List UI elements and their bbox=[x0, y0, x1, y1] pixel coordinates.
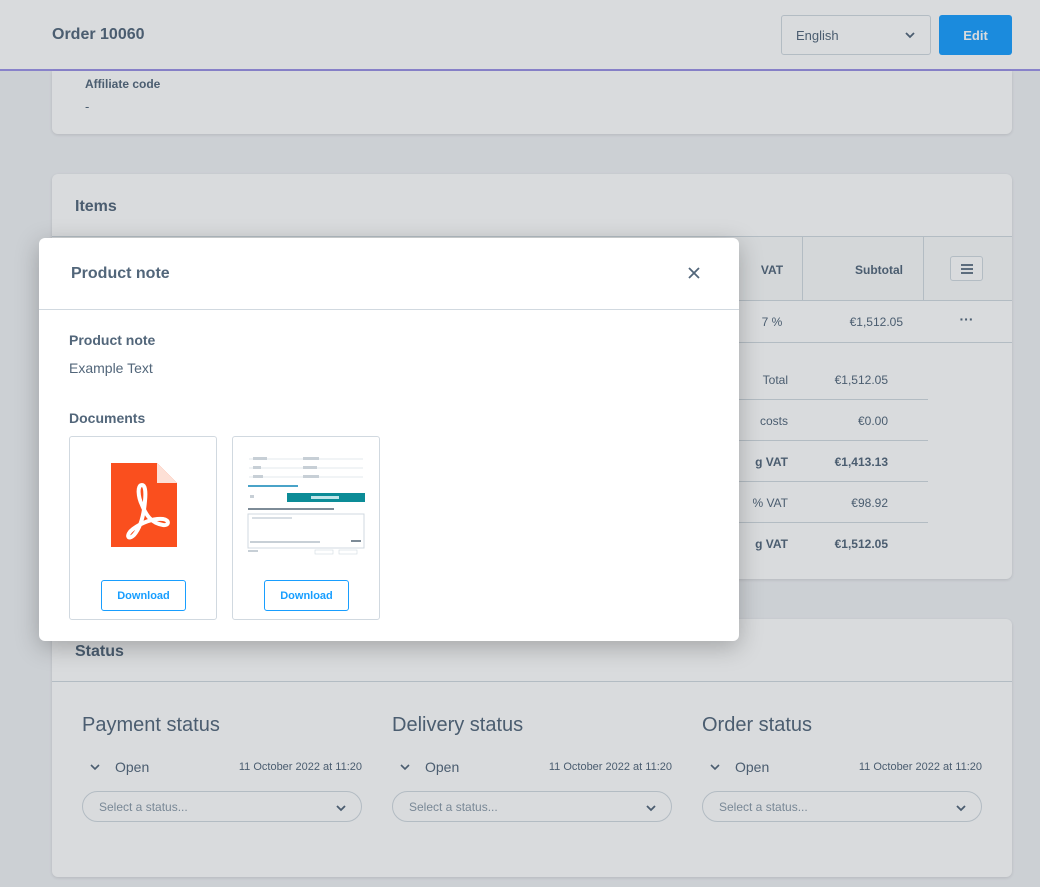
product-note-modal: Product note Product note Example Text D… bbox=[39, 238, 739, 641]
modal-title: Product note bbox=[71, 265, 170, 282]
divider bbox=[39, 309, 739, 310]
download-button[interactable]: Download bbox=[101, 580, 186, 611]
close-icon[interactable] bbox=[687, 266, 701, 280]
document-card[interactable]: Download bbox=[69, 436, 217, 620]
download-button[interactable]: Download bbox=[264, 580, 349, 611]
product-note-label: Product note bbox=[69, 332, 156, 348]
pdf-icon bbox=[111, 463, 177, 547]
document-card[interactable]: Download bbox=[232, 436, 380, 620]
image-thumbnail bbox=[247, 454, 365, 556]
product-note-text: Example Text bbox=[69, 360, 153, 376]
documents-label: Documents bbox=[69, 410, 146, 426]
